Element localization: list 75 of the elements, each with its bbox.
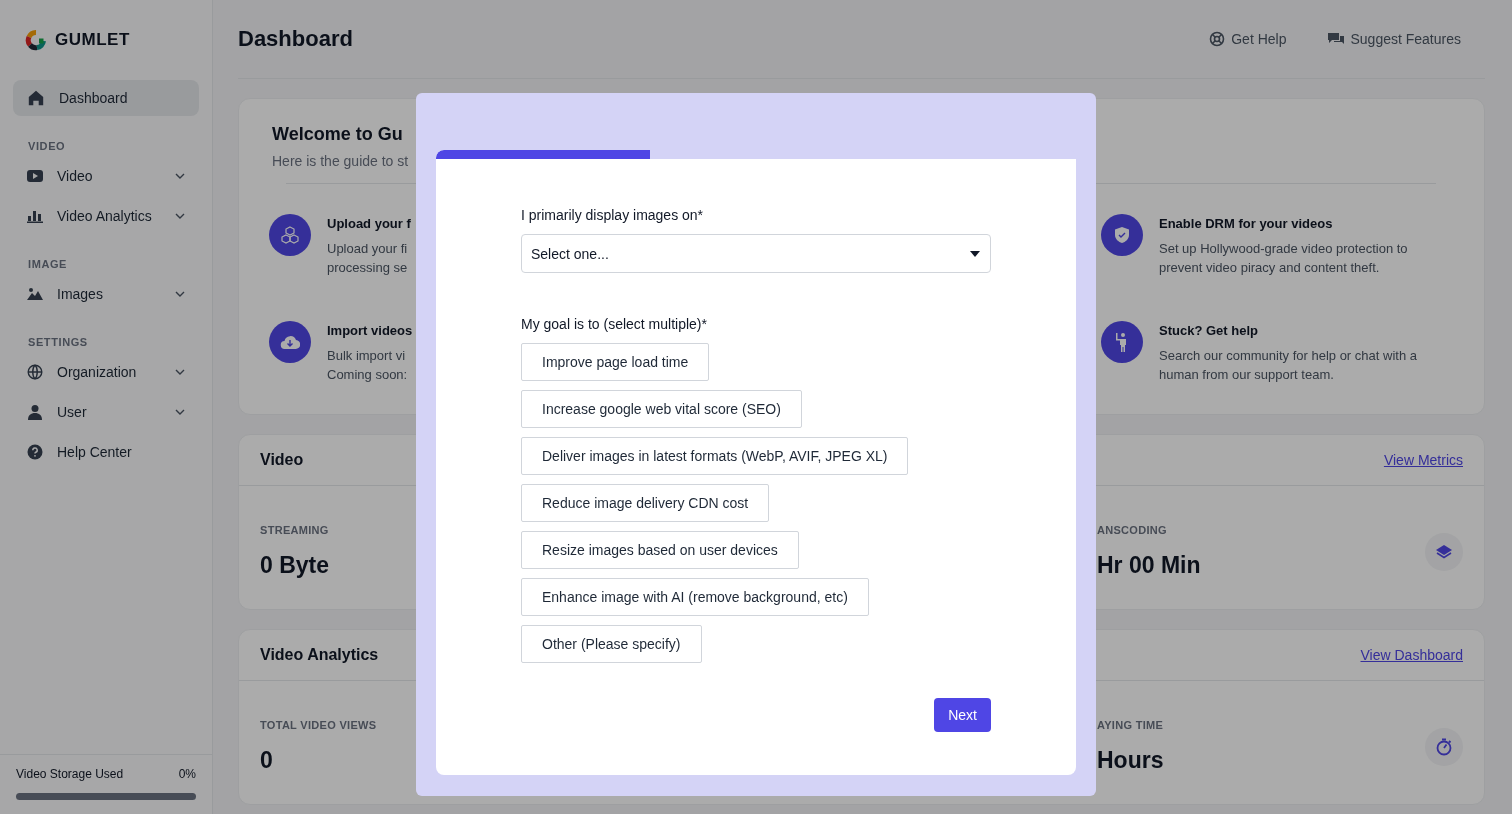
feature-description: Search our community for help or chat with a: [1159, 347, 1417, 365]
chevron-down-icon: [175, 213, 185, 219]
chevron-down-icon: [175, 291, 185, 297]
feature-title: Enable DRM for your videos: [1159, 216, 1334, 231]
card-title: Video: [260, 451, 304, 469]
feature-description: Bulk import vi: [327, 347, 407, 365]
select-field[interactable]: Select one...: [521, 234, 991, 273]
mountain-icon: [27, 287, 43, 301]
goal-option[interactable]: Other (Please specify): [521, 625, 702, 663]
stat-label: ANSCODING: [1097, 524, 1168, 536]
feature-description: Coming soon:: [327, 366, 409, 384]
stat-value: Hours: [1097, 747, 1165, 774]
user-icon: [27, 404, 43, 420]
cubes-icon: [280, 225, 300, 245]
stat-label: TOTAL VIDEO VIEWS: [260, 719, 378, 731]
next-button[interactable]: Next: [934, 698, 991, 732]
feature-description: prevent video piracy and content theft.: [1159, 259, 1381, 277]
question-label: My goal is to (select multiple)*: [521, 316, 708, 332]
feature-description: Upload your fi: [327, 240, 409, 258]
stat-value: 0 Byte: [260, 552, 331, 579]
stat-label: AYING TIME: [1097, 719, 1165, 731]
sidebar-item[interactable]: Video Analytics: [13, 198, 199, 234]
sidebar-item[interactable]: Help Center: [13, 434, 199, 470]
home-icon: [27, 89, 45, 107]
shield-check-icon: [1114, 226, 1130, 244]
feature-title: Stuck? Get help: [1159, 323, 1259, 338]
section-label: SETTINGS: [27, 335, 89, 350]
brand-name: GUMLET: [55, 30, 130, 50]
bar-chart-icon: [27, 209, 43, 223]
goal-option[interactable]: Enhance image with AI (remove background, etc): [521, 578, 869, 616]
globe-icon: [27, 364, 43, 380]
cloud-download-icon: [280, 334, 300, 350]
person-waving-icon: [1115, 332, 1129, 352]
goal-option[interactable]: Increase google web vital score (SEO): [521, 390, 802, 428]
storage-label: Video Storage Used: [16, 767, 124, 781]
feature-description: human from our support team.: [1159, 366, 1335, 384]
caret-icon: [970, 250, 980, 257]
video-icon: [27, 169, 43, 183]
goal-option[interactable]: Resize images based on user devices: [521, 531, 799, 569]
stat-value: Hr 00 Min: [1097, 552, 1202, 579]
brand-logo: [25, 29, 47, 51]
lifebuoy-icon: [1209, 31, 1226, 47]
feature-title: Upload your f: [327, 216, 411, 231]
stat-value: 0: [260, 747, 274, 774]
goal-option[interactable]: Improve page load time: [521, 343, 710, 381]
header-link[interactable]: Get Help: [1209, 31, 1287, 47]
storage-percent: 0%: [178, 767, 196, 781]
goal-option[interactable]: Deliver images in latest formats (WebP, AVIF, JPEG XL): [521, 437, 909, 475]
sidebar-item[interactable]: Organization: [13, 354, 199, 390]
link[interactable]: View Metrics: [1383, 452, 1463, 468]
layers-icon: [1435, 542, 1453, 561]
header-link[interactable]: Suggest Features: [1328, 31, 1461, 47]
sidebar-item[interactable]: User: [13, 394, 199, 430]
sidebar-item[interactable]: Dashboard: [13, 80, 199, 116]
feature-description: Set up Hollywood-grade video protection to: [1159, 240, 1408, 258]
help-icon: [27, 444, 43, 460]
sidebar-item[interactable]: Video: [13, 158, 199, 194]
card-title: Video Analytics: [260, 646, 379, 664]
feature-title: Import videos: [327, 323, 413, 338]
chevron-down-icon: [175, 369, 185, 375]
section-label: VIDEO: [27, 139, 67, 154]
card-subtitle: Here is the guide to st: [272, 153, 409, 169]
stopwatch-icon: [1435, 737, 1453, 756]
goal-option[interactable]: Reduce image delivery CDN cost: [521, 484, 770, 522]
chat-bubbles-icon: [1328, 32, 1345, 46]
chevron-down-icon: [175, 409, 185, 415]
link[interactable]: View Dashboard: [1360, 647, 1463, 663]
feature-description: processing se: [327, 259, 409, 277]
chevron-down-icon: [175, 173, 185, 179]
sidebar-item[interactable]: Images: [13, 276, 199, 312]
stat-label: STREAMING: [260, 524, 330, 536]
section-label: IMAGE: [27, 257, 69, 272]
question-label: I primarily display images on*: [521, 207, 705, 223]
page-title: Dashboard: [238, 26, 354, 52]
card-title: Welcome to Gu: [272, 124, 403, 145]
